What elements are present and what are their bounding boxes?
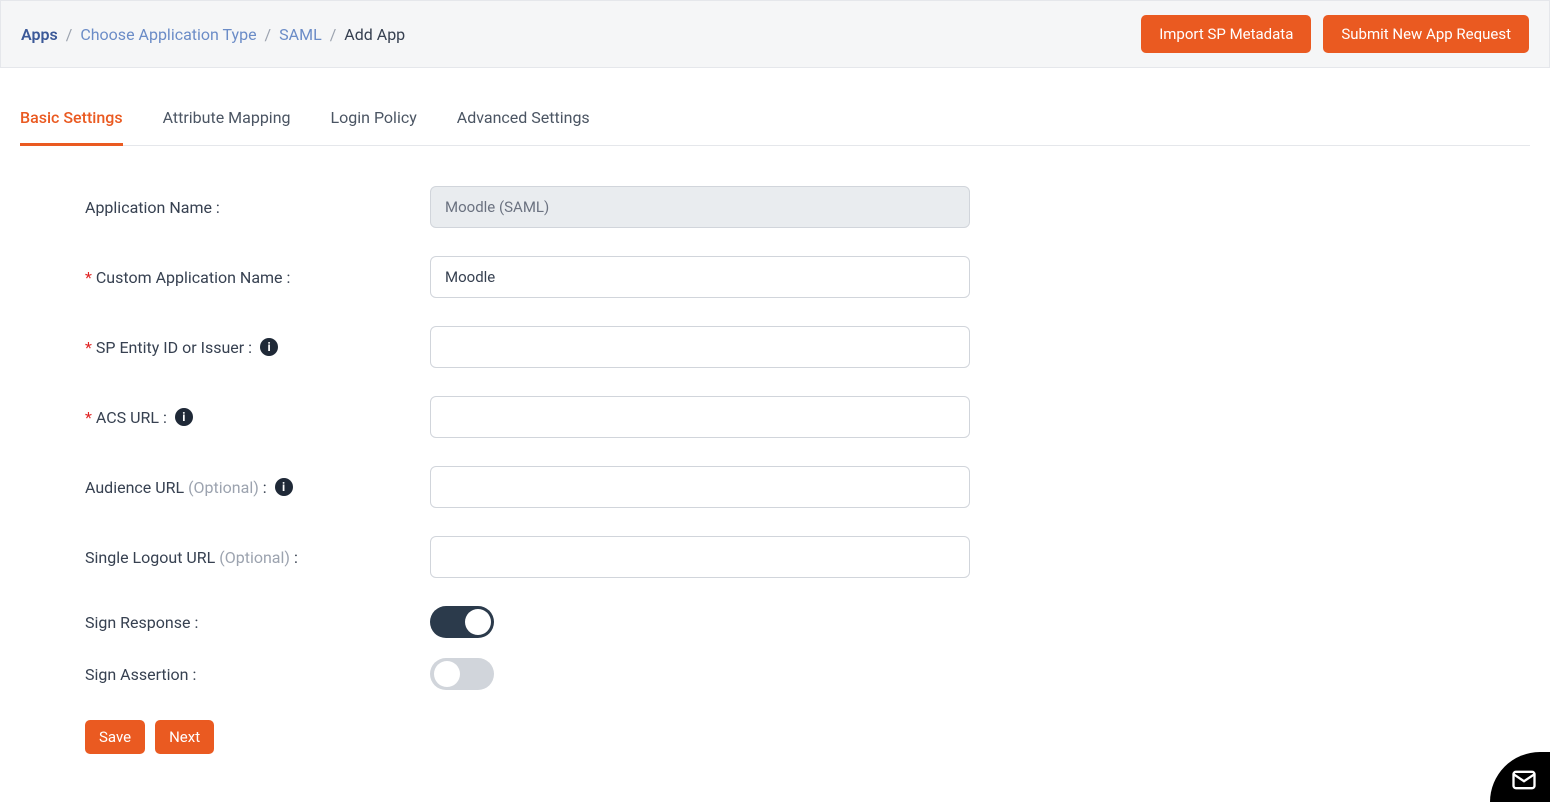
row-custom-application-name: *Custom Application Name :	[85, 256, 1020, 298]
input-single-logout-url[interactable]	[430, 536, 970, 578]
required-star: *	[85, 338, 92, 357]
required-star: *	[85, 268, 92, 287]
input-sp-entity-id[interactable]	[430, 326, 970, 368]
mail-icon	[1510, 766, 1538, 794]
input-audience-url[interactable]	[430, 466, 970, 508]
breadcrumb: Apps / Choose Application Type / SAML / …	[21, 25, 405, 44]
info-icon[interactable]: i	[260, 338, 278, 356]
tab-attribute-mapping[interactable]: Attribute Mapping	[163, 98, 291, 146]
label-sign-assertion: Sign Assertion :	[85, 665, 430, 684]
info-icon[interactable]: i	[175, 408, 193, 426]
save-button[interactable]: Save	[85, 720, 145, 754]
label-application-name: Application Name :	[85, 198, 430, 217]
breadcrumb-saml[interactable]: SAML	[279, 25, 322, 44]
toggle-sign-response[interactable]	[430, 606, 494, 638]
row-sp-entity-id: *SP Entity ID or Issuer : i	[85, 326, 1020, 368]
label-acs-url: *ACS URL : i	[85, 408, 430, 427]
footer-buttons: Save Next	[20, 720, 1530, 754]
tab-basic-settings[interactable]: Basic Settings	[20, 98, 123, 146]
required-star: *	[85, 408, 92, 427]
submit-new-app-request-button[interactable]: Submit New App Request	[1323, 15, 1529, 53]
label-audience-url: Audience URL (Optional) : i	[85, 478, 430, 497]
breadcrumb-choose-type[interactable]: Choose Application Type	[80, 25, 256, 44]
breadcrumb-separator: /	[330, 25, 337, 44]
tabs: Basic Settings Attribute Mapping Login P…	[20, 98, 1530, 146]
row-acs-url: *ACS URL : i	[85, 396, 1020, 438]
row-single-logout-url: Single Logout URL (Optional) :	[85, 536, 1020, 578]
breadcrumb-current: Add App	[344, 25, 405, 44]
breadcrumb-separator: /	[66, 25, 73, 44]
label-custom-application-name: *Custom Application Name :	[85, 268, 430, 287]
row-audience-url: Audience URL (Optional) : i	[85, 466, 1020, 508]
tab-login-policy[interactable]: Login Policy	[331, 98, 417, 146]
import-sp-metadata-button[interactable]: Import SP Metadata	[1141, 15, 1311, 53]
next-button[interactable]: Next	[155, 720, 214, 754]
header-buttons: Import SP Metadata Submit New App Reques…	[1141, 15, 1529, 53]
label-single-logout-url: Single Logout URL (Optional) :	[85, 548, 430, 567]
breadcrumb-apps[interactable]: Apps	[21, 25, 58, 44]
breadcrumb-bar: Apps / Choose Application Type / SAML / …	[0, 0, 1550, 68]
row-sign-response: Sign Response :	[85, 606, 1020, 638]
tab-advanced-settings[interactable]: Advanced Settings	[457, 98, 590, 146]
input-acs-url[interactable]	[430, 396, 970, 438]
label-sign-response: Sign Response :	[85, 613, 430, 632]
breadcrumb-separator: /	[265, 25, 272, 44]
input-application-name	[430, 186, 970, 228]
row-sign-assertion: Sign Assertion :	[85, 658, 1020, 690]
toggle-sign-assertion[interactable]	[430, 658, 494, 690]
form-area: Application Name : *Custom Application N…	[20, 186, 1020, 690]
label-sp-entity-id: *SP Entity ID or Issuer : i	[85, 338, 430, 357]
row-application-name: Application Name :	[85, 186, 1020, 228]
input-custom-application-name[interactable]	[430, 256, 970, 298]
info-icon[interactable]: i	[275, 478, 293, 496]
